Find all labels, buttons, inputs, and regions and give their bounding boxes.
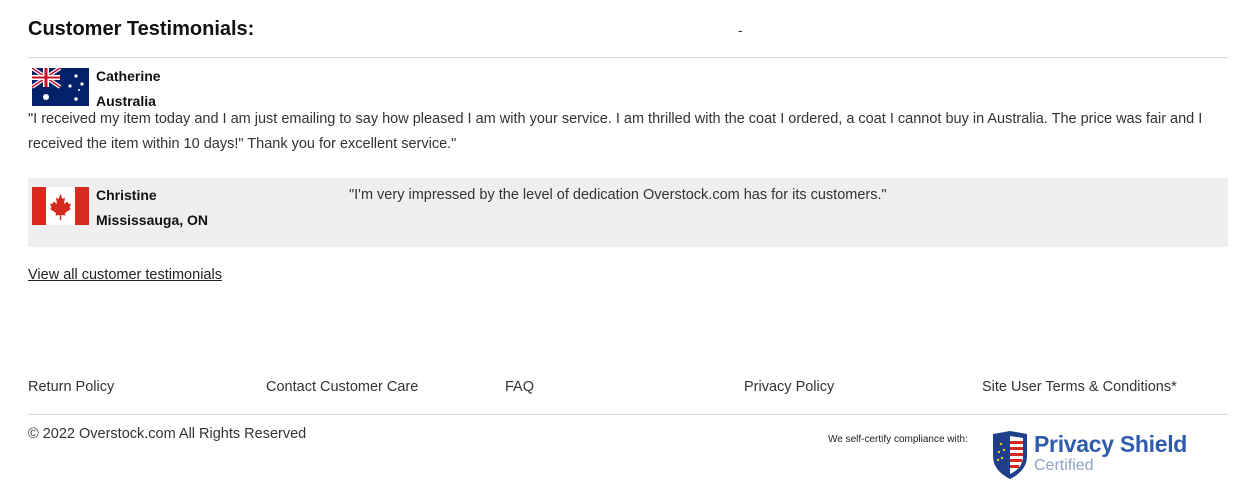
contact-customer-care-link[interactable]: Contact Customer Care	[266, 379, 418, 395]
privacy-shield-subtitle: Certified	[1034, 457, 1094, 474]
privacy-policy-link[interactable]: Privacy Policy	[744, 379, 834, 395]
testimonial-name: Catherine	[96, 68, 161, 84]
privacy-shield-logo-icon[interactable]	[990, 430, 1030, 480]
testimonial-location: Mississauga, ON	[96, 212, 209, 228]
site-terms-link[interactable]: Site User Terms & Conditions*	[982, 379, 1177, 395]
testimonial-card-highlighted: Christine Mississauga, ON "I'm very impr…	[28, 178, 1228, 247]
testimonial-quote: "I'm very impressed by the level of dedi…	[349, 187, 887, 203]
return-policy-link[interactable]: Return Policy	[28, 379, 114, 395]
header-dash: -	[738, 22, 743, 38]
self-certify-text: We self-certify compliance with:	[828, 434, 968, 445]
footer-divider	[28, 414, 1228, 415]
section-title: Customer Testimonials:	[28, 18, 255, 40]
australia-flag-icon	[32, 68, 89, 106]
canada-flag-icon	[32, 187, 89, 225]
view-all-testimonials-link[interactable]: View all customer testimonials	[28, 267, 222, 283]
faq-link[interactable]: FAQ	[505, 379, 534, 395]
divider	[28, 57, 1228, 58]
copyright-text: © 2022 Overstock.com All Rights Reserved	[28, 426, 307, 442]
testimonial-name: Christine	[96, 187, 157, 203]
testimonial-card: Catherine Australia "I received my item …	[28, 63, 1228, 166]
privacy-shield-title[interactable]: Privacy Shield	[1034, 431, 1187, 458]
testimonial-quote: "I received my item today and I am just …	[28, 111, 1203, 152]
